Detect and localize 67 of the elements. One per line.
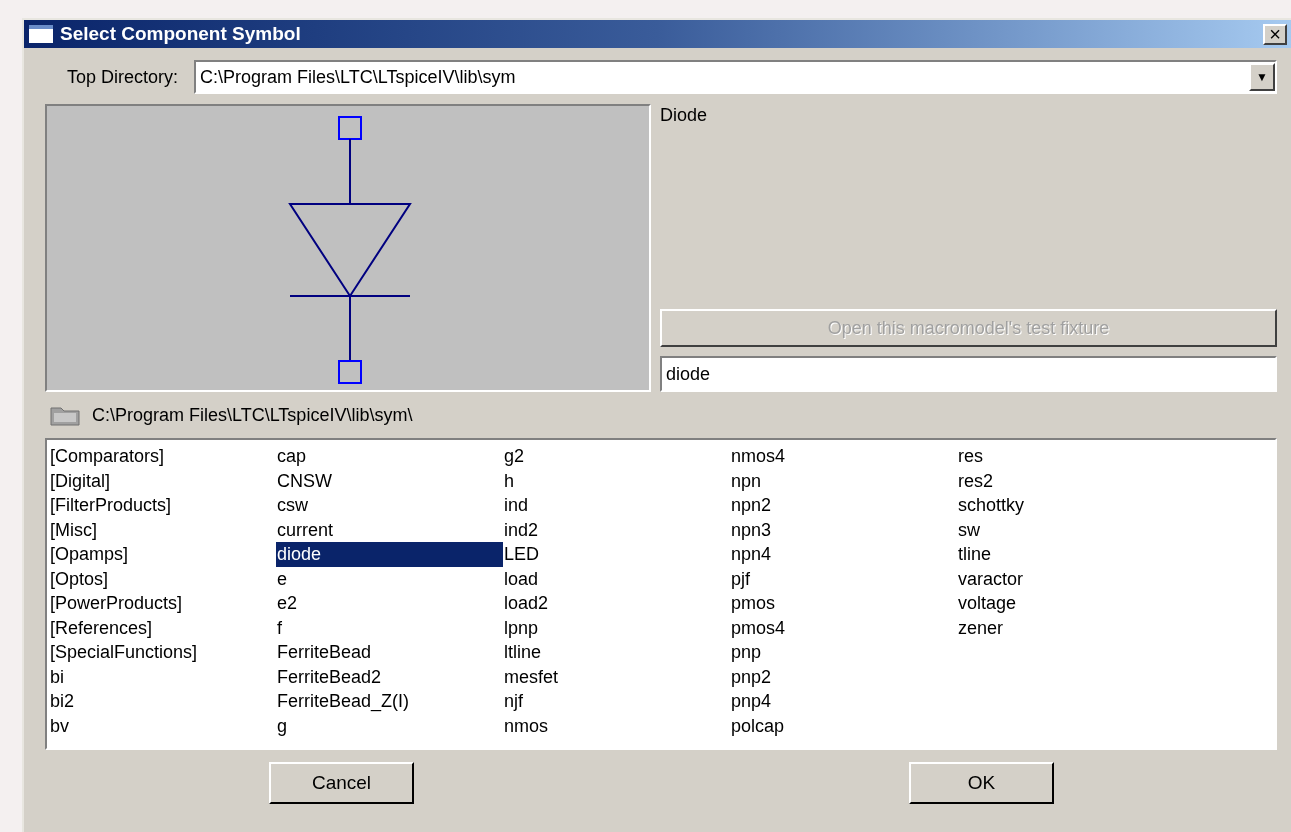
symbol-list-item[interactable]: zener (957, 615, 1184, 640)
symbol-list-item[interactable]: FerriteBead2 (276, 664, 503, 689)
symbol-list-item[interactable]: bv (49, 713, 276, 738)
symbol-list-item[interactable]: tline (957, 542, 1184, 567)
symbol-list-item[interactable]: pnp2 (730, 664, 957, 689)
symbol-list-item[interactable]: npn4 (730, 542, 957, 567)
symbol-list-item[interactable]: voltage (957, 591, 1184, 616)
symbol-list-item[interactable]: mesfet (503, 664, 730, 689)
symbol-list-item[interactable]: e2 (276, 591, 503, 616)
symbol-list-item[interactable]: varactor (957, 566, 1184, 591)
symbol-list-item[interactable]: ind2 (503, 517, 730, 542)
symbol-list-item[interactable]: g2 (503, 444, 730, 469)
symbol-list-item[interactable]: pnp4 (730, 689, 957, 714)
symbol-list-item[interactable]: polcap (730, 713, 957, 738)
symbol-list-item[interactable]: load (503, 566, 730, 591)
symbol-list-item[interactable]: npn3 (730, 517, 957, 542)
symbol-list-item[interactable]: cap (276, 444, 503, 469)
symbol-list-item[interactable]: current (276, 517, 503, 542)
top-directory-label: Top Directory: (67, 65, 179, 89)
symbol-list-item[interactable]: res (957, 444, 1184, 469)
symbol-list-item[interactable]: [Opamps] (49, 542, 276, 567)
symbol-list-item[interactable]: f (276, 615, 503, 640)
symbol-list-item[interactable]: njf (503, 689, 730, 714)
current-path: C:\Program Files\LTC\LTspiceIV\lib\sym\ (92, 403, 413, 427)
symbol-list-item[interactable]: diode (276, 542, 503, 567)
symbol-list-item[interactable]: LED (503, 542, 730, 567)
symbol-list-item[interactable]: [Comparators] (49, 444, 276, 469)
symbol-list-item[interactable]: FerriteBead_Z(I) (276, 689, 503, 714)
symbol-list-item[interactable]: pjf (730, 566, 957, 591)
symbol-list-item[interactable]: pmos (730, 591, 957, 616)
symbol-list-item[interactable]: g (276, 713, 503, 738)
close-button[interactable]: × (1263, 23, 1287, 45)
symbol-list-item[interactable]: ltline (503, 640, 730, 665)
top-directory-dropdown[interactable]: C:\Program Files\LTC\LTspiceIV\lib\sym ▼ (194, 60, 1277, 94)
symbol-list-item[interactable]: nmos (503, 713, 730, 738)
symbol-list-item[interactable]: lpnp (503, 615, 730, 640)
symbol-list-item[interactable]: schottky (957, 493, 1184, 518)
symbol-list-item[interactable]: [Misc] (49, 517, 276, 542)
symbol-list-item[interactable]: h (503, 468, 730, 493)
ok-button[interactable]: OK (909, 762, 1054, 804)
symbol-list-item[interactable]: [Optos] (49, 566, 276, 591)
symbol-description: Diode (660, 104, 709, 127)
symbol-list-item[interactable]: sw (957, 517, 1184, 542)
symbol-list-item[interactable]: [References] (49, 615, 276, 640)
symbol-list-item[interactable]: e (276, 566, 503, 591)
symbol-list-item[interactable]: FerriteBead (276, 640, 503, 665)
symbol-list-item[interactable]: nmos4 (730, 444, 957, 469)
symbol-list-item[interactable]: [FilterProducts] (49, 493, 276, 518)
symbol-name-field[interactable]: diode (660, 356, 1277, 392)
symbol-list-item[interactable]: npn (730, 468, 957, 493)
symbol-list-item[interactable]: ind (503, 493, 730, 518)
symbol-list-item[interactable]: load2 (503, 591, 730, 616)
symbol-list-item[interactable]: [SpecialFunctions] (49, 640, 276, 665)
symbol-list-item[interactable]: csw (276, 493, 503, 518)
window-icon (28, 24, 54, 44)
symbol-list-item[interactable]: bi (49, 664, 276, 689)
symbol-list-item[interactable]: bi2 (49, 689, 276, 714)
symbol-list-item[interactable]: npn2 (730, 493, 957, 518)
symbol-list-item[interactable]: pmos4 (730, 615, 957, 640)
symbol-list-item[interactable]: [PowerProducts] (49, 591, 276, 616)
symbol-list-item[interactable]: CNSW (276, 468, 503, 493)
window-title: Select Component Symbol (60, 21, 301, 46)
folder-icon (50, 404, 80, 426)
symbol-list-item[interactable]: [Digital] (49, 468, 276, 493)
symbol-list-item[interactable]: pnp (730, 640, 957, 665)
cancel-button[interactable]: Cancel (269, 762, 414, 804)
symbol-list-item[interactable]: res2 (957, 468, 1184, 493)
